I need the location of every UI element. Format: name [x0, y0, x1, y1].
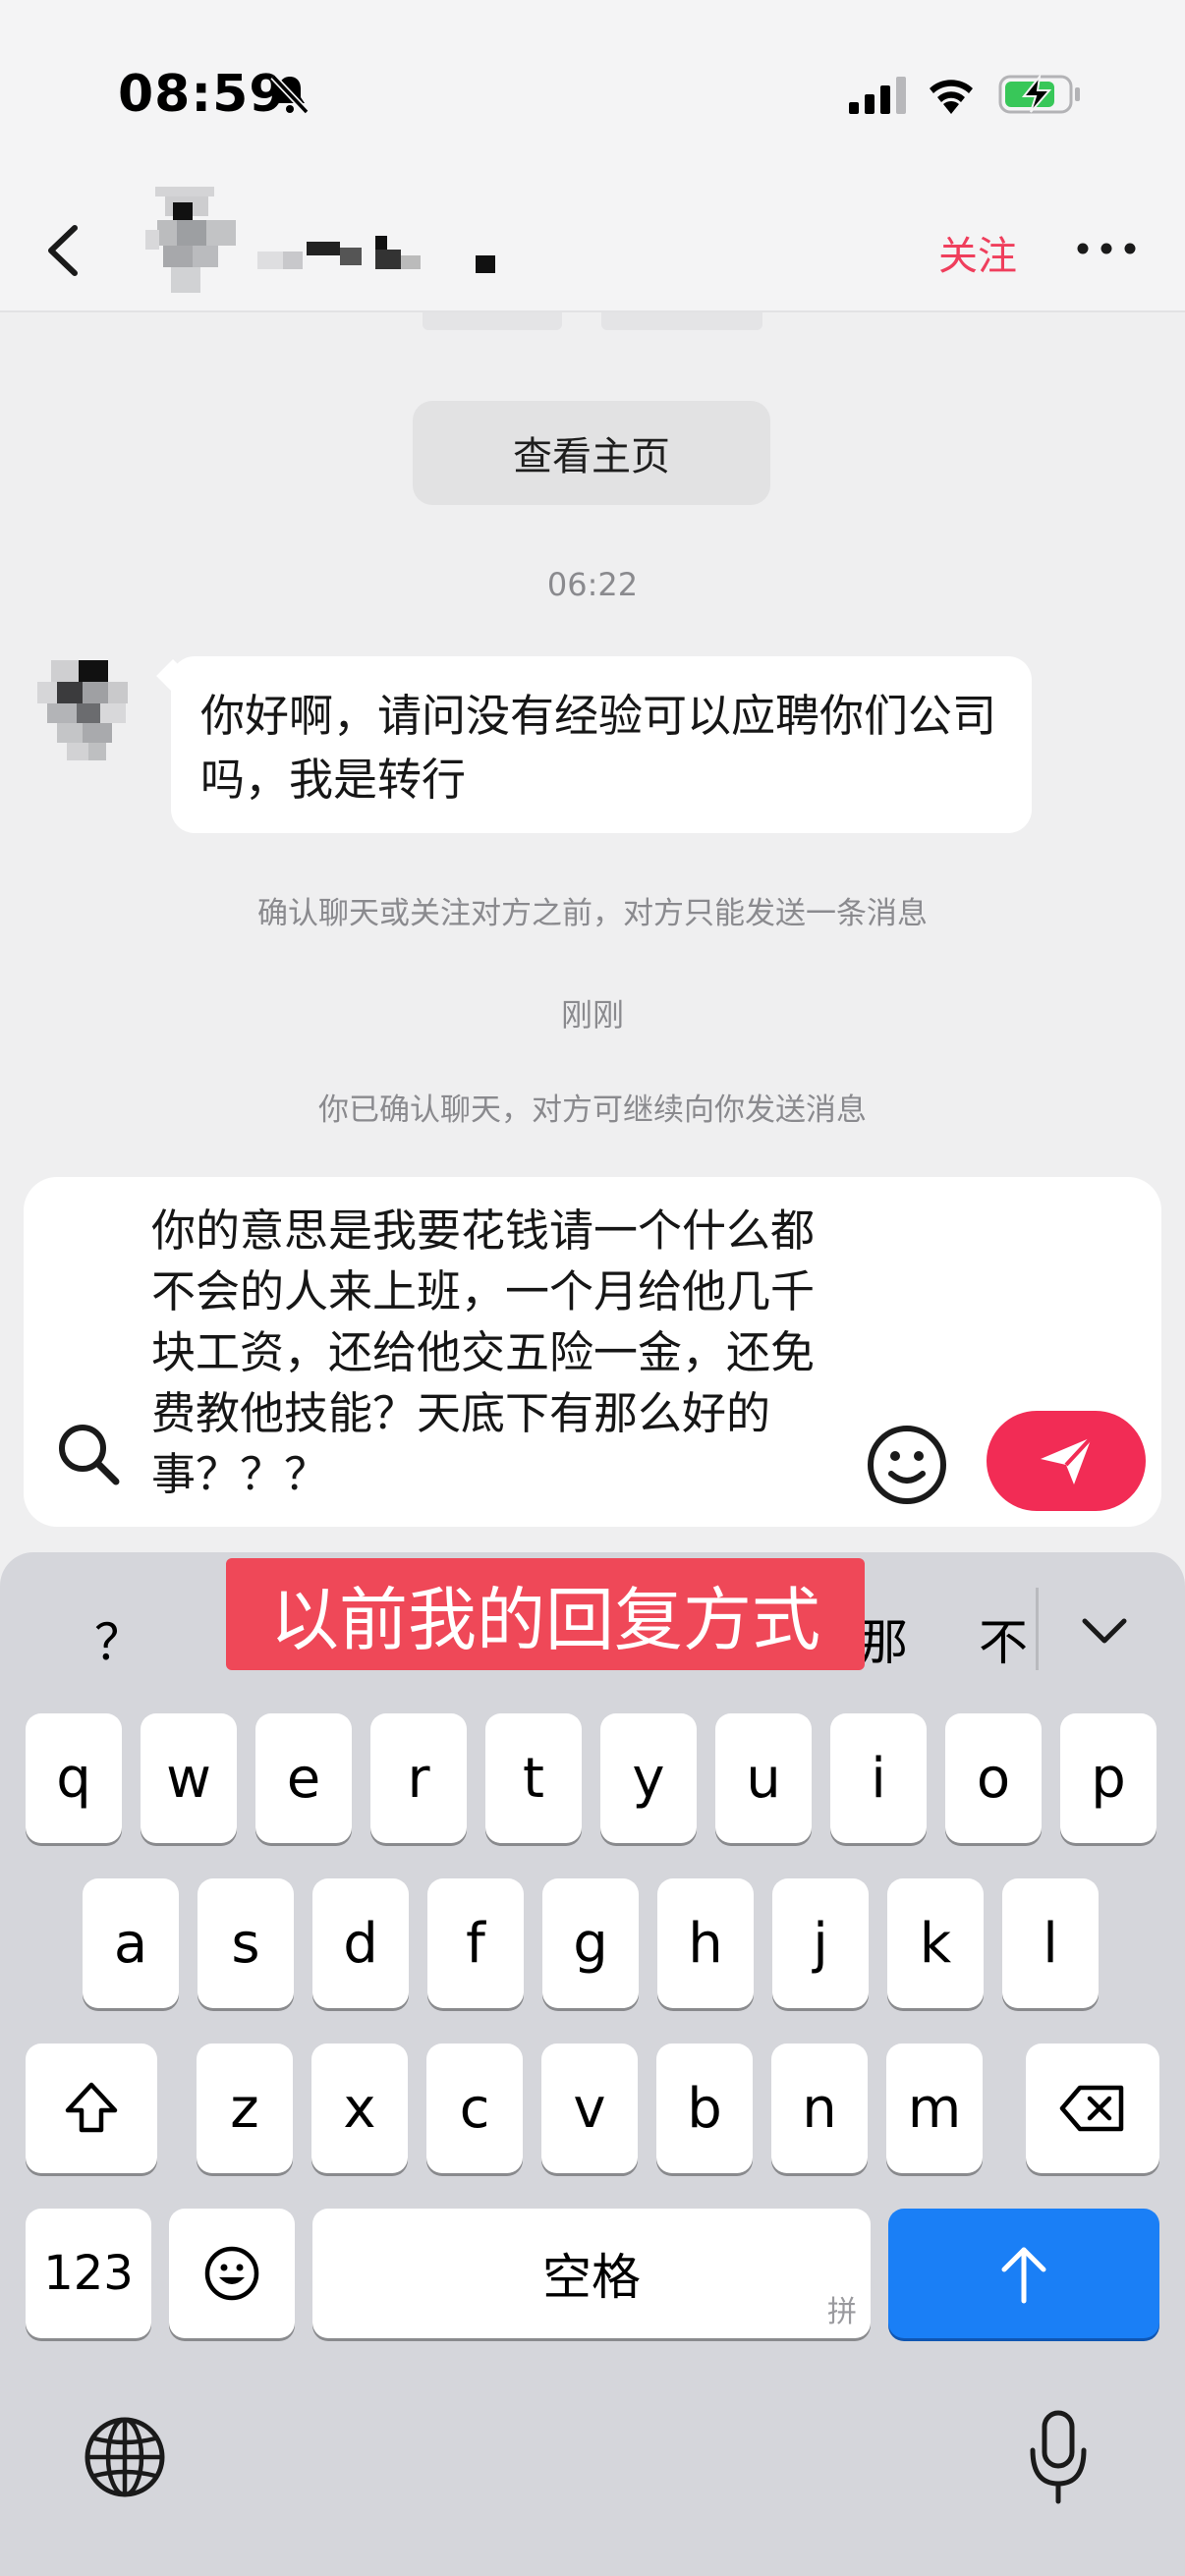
key-q[interactable]: q — [26, 1713, 122, 1843]
status-bar: 08:59 — [0, 0, 1185, 187]
candidate-word[interactable]: 那 — [859, 1603, 908, 1674]
search-icon[interactable] — [53, 1419, 124, 1489]
bell-muted-icon — [270, 74, 310, 115]
emoji-icon[interactable] — [865, 1423, 949, 1507]
space-key-label: 空格 — [542, 2249, 641, 2306]
key-i[interactable]: i — [830, 1713, 927, 1843]
follow-button[interactable]: 关注 — [938, 224, 1017, 281]
message-composer[interactable]: 你的意思是我要花钱请一个什么都不会的人来上班，一个月给他几千块工资，还给他交五险… — [24, 1177, 1161, 1527]
view-profile-button[interactable]: 查看主页 — [413, 401, 770, 505]
system-note: 确认聊天或关注对方之前，对方只能发送一条消息 — [257, 896, 928, 931]
chat-header: 关注 — [0, 187, 1185, 312]
chevron-down-icon[interactable] — [1079, 1615, 1130, 1647]
back-arrow-icon[interactable] — [39, 216, 88, 285]
candidate-word[interactable]: 不 — [979, 1603, 1028, 1674]
send-button[interactable] — [987, 1411, 1146, 1511]
message-timestamp: 06:22 — [546, 566, 639, 603]
key-r[interactable]: r — [370, 1713, 467, 1843]
arrow-up-icon — [1001, 2247, 1046, 2304]
numbers-key[interactable]: 123 — [26, 2209, 151, 2338]
sender-avatar[interactable] — [37, 660, 136, 762]
key-o[interactable]: o — [945, 1713, 1042, 1843]
message-timestamp: 刚刚 — [560, 996, 624, 1034]
key-v[interactable]: v — [541, 2044, 638, 2173]
key-j[interactable]: j — [772, 1878, 869, 2008]
shift-arrow-icon — [65, 2082, 118, 2133]
wifi-icon — [930, 80, 973, 114]
key-t[interactable]: t — [485, 1713, 582, 1843]
contact-name-redacted — [257, 236, 495, 273]
key-e[interactable]: e — [255, 1713, 352, 1843]
backspace-icon — [1059, 2085, 1124, 2132]
key-p[interactable]: p — [1060, 1713, 1157, 1843]
emoji-key[interactable] — [169, 2209, 295, 2338]
key-x[interactable]: x — [311, 2044, 408, 2173]
key-z[interactable]: z — [197, 2044, 293, 2173]
enter-key[interactable] — [888, 2209, 1159, 2338]
backspace-key[interactable] — [1026, 2044, 1159, 2173]
incoming-message-bubble[interactable]: 你好啊，请问没有经验可以应聘你们公司吗，我是转行 — [171, 656, 1032, 833]
key-k[interactable]: k — [887, 1878, 984, 2008]
key-s[interactable]: s — [198, 1878, 294, 2008]
message-input[interactable]: 你的意思是我要花钱请一个什么都不会的人来上班，一个月给他几千块工资，还给他交五险… — [151, 1201, 839, 1505]
space-key[interactable]: 空格 拼 — [312, 2209, 871, 2338]
status-time: 08:59 — [118, 65, 286, 124]
more-options-icon[interactable] — [1075, 234, 1138, 263]
contact-avatar[interactable] — [136, 187, 254, 303]
key-m[interactable]: m — [886, 2044, 983, 2173]
system-note: 你已确认聊天，对方可继续向你发送消息 — [318, 1092, 867, 1128]
key-b[interactable]: b — [656, 2044, 753, 2173]
key-h[interactable]: h — [657, 1878, 754, 2008]
candidate-word[interactable]: ？ — [94, 1603, 143, 1674]
key-g[interactable]: g — [542, 1878, 639, 2008]
emoji-face-icon — [204, 2246, 259, 2301]
profile-tag-stub — [423, 312, 562, 330]
key-n[interactable]: n — [771, 2044, 868, 2173]
caption-overlay: 以前我的回复方式 — [226, 1558, 865, 1670]
send-arrow-icon — [1041, 1435, 1094, 1484]
key-d[interactable]: d — [312, 1878, 409, 2008]
key-w[interactable]: w — [141, 1713, 237, 1843]
microphone-icon[interactable] — [1026, 2409, 1091, 2507]
shift-key[interactable] — [26, 2044, 157, 2173]
key-a[interactable]: a — [83, 1878, 179, 2008]
battery-charging-icon — [998, 73, 1080, 114]
cellular-signal-icon — [849, 77, 906, 114]
key-y[interactable]: y — [600, 1713, 697, 1843]
key-c[interactable]: c — [426, 2044, 523, 2173]
profile-tag-stub — [601, 312, 762, 330]
key-l[interactable]: l — [1002, 1878, 1099, 2008]
globe-icon[interactable] — [83, 2415, 167, 2499]
key-f[interactable]: f — [427, 1878, 524, 2008]
input-method-label: 拼 — [827, 2295, 857, 2329]
candidate-divider — [1036, 1588, 1039, 1670]
key-u[interactable]: u — [715, 1713, 812, 1843]
